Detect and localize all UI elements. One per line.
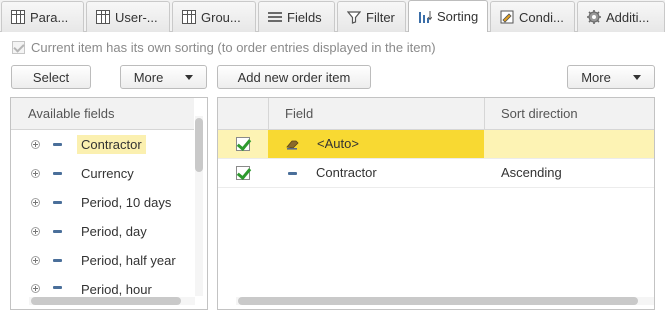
sort-direction-cell[interactable]: Ascending (501, 165, 562, 180)
left-more-button[interactable]: More (120, 65, 207, 89)
order-row-contractor[interactable]: Contractor Ascending (218, 159, 654, 188)
field-icon (53, 230, 62, 233)
expand-icon[interactable] (31, 140, 40, 149)
fields-vertical-scrollbar[interactable] (195, 116, 203, 296)
order-table-header: Field Sort direction (218, 98, 654, 130)
field-label: Contractor (77, 135, 146, 154)
tab-label: Para... (30, 9, 69, 25)
tab-label: Fields (287, 9, 322, 25)
tab-label: Sorting (437, 9, 479, 24)
auto-icon (286, 140, 299, 150)
field-label: Currency (81, 166, 134, 181)
field-item-period-half-year[interactable]: Period, half year (11, 246, 194, 275)
list-icon (268, 10, 282, 24)
gear-icon (587, 10, 601, 24)
field-label: Period, day (81, 224, 147, 239)
more-button-label: More (133, 69, 164, 85)
tab-label: User-... (115, 9, 158, 25)
scrollbar-thumb[interactable] (31, 297, 181, 305)
tab-fields[interactable]: Fields (258, 1, 335, 32)
own-sorting-checkbox-row: Current item has its own sorting (to ord… (12, 39, 436, 55)
filter-icon (347, 10, 361, 24)
order-row-auto[interactable]: <Auto> (218, 130, 654, 159)
field-icon (53, 259, 62, 262)
column-header-sort-direction[interactable]: Sort direction (501, 98, 578, 130)
available-fields-panel: Available fields Contractor Currency Per… (10, 97, 208, 310)
order-table-panel: Field Sort direction <Auto> Contractor A… (217, 97, 655, 310)
add-order-item-button[interactable]: Add new order item (217, 65, 371, 89)
tab-label: Additi... (606, 9, 650, 25)
order-horizontal-scrollbar[interactable] (236, 297, 654, 305)
field-item-currency[interactable]: Currency (11, 159, 194, 188)
use-checkbox[interactable] (236, 166, 250, 180)
table-icon (11, 10, 25, 24)
field-icon (53, 143, 62, 146)
field-item-period-hour[interactable]: Period, hour (11, 275, 194, 297)
expand-icon[interactable] (31, 256, 40, 265)
column-header-field[interactable]: Field (285, 98, 313, 130)
scrollbar-thumb[interactable] (238, 297, 638, 305)
tab-grouping[interactable]: Grou... (172, 1, 256, 32)
field-icon (53, 172, 62, 175)
field-label: Period, half year (81, 253, 176, 268)
field-icon (288, 172, 297, 175)
column-separator (484, 98, 485, 130)
field-item-contractor[interactable]: Contractor (11, 130, 194, 159)
tab-bar: Para... User-... Grou... Fields Filter S… (0, 0, 665, 32)
field-label: Period, hour (81, 282, 152, 297)
chevron-down-icon (632, 74, 641, 80)
table-icon (182, 10, 196, 24)
fields-horizontal-scrollbar[interactable] (29, 297, 195, 305)
right-more-button[interactable]: More (567, 65, 655, 89)
field-item-period-10-days[interactable]: Period, 10 days (11, 188, 194, 217)
own-sorting-checkbox[interactable] (12, 40, 25, 54)
field-cell-text: <Auto> (317, 136, 359, 151)
more-button-label: More (581, 69, 611, 85)
available-fields-header: Available fields (11, 98, 194, 130)
field-cell: <Auto> (268, 130, 484, 158)
tab-parameters[interactable]: Para... (1, 1, 84, 32)
expand-icon[interactable] (31, 198, 40, 207)
field-icon (53, 286, 62, 289)
use-checkbox[interactable] (236, 137, 250, 151)
chevron-down-icon (185, 74, 194, 80)
field-icon (53, 201, 62, 204)
field-item-period-day[interactable]: Period, day (11, 217, 194, 246)
tab-filter[interactable]: Filter (337, 1, 406, 32)
tab-label: Filter (366, 9, 395, 25)
select-button-label: Select (32, 69, 70, 85)
select-button[interactable]: Select (11, 65, 91, 89)
tab-user-fields[interactable]: User-... (86, 1, 170, 32)
table-icon (96, 10, 110, 24)
add-order-item-label: Add new order item (237, 69, 351, 85)
own-sorting-label: Current item has its own sorting (to ord… (31, 39, 436, 55)
field-cell: Contractor (268, 159, 484, 187)
tab-sorting[interactable]: Sorting (408, 0, 488, 32)
expand-icon[interactable] (31, 284, 40, 293)
tab-label: Grou... (201, 9, 241, 25)
sort-icon (418, 10, 432, 24)
scrollbar-thumb[interactable] (195, 118, 203, 172)
tab-conditional-appearance[interactable]: Condi... (490, 1, 575, 32)
field-label: Period, 10 days (81, 195, 172, 210)
tab-additional[interactable]: Additi... (577, 1, 665, 32)
expand-icon[interactable] (31, 169, 40, 178)
tab-label: Condi... (519, 9, 564, 25)
expand-icon[interactable] (31, 227, 40, 236)
conditional-icon (500, 10, 514, 24)
field-cell-text: Contractor (316, 165, 377, 180)
column-separator (268, 98, 269, 130)
